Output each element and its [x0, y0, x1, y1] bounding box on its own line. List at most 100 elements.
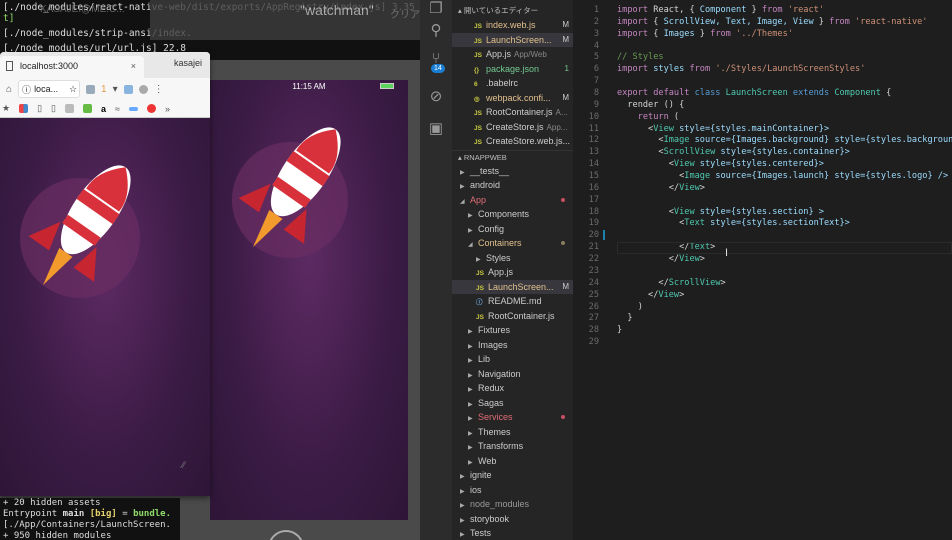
code-token: import — [617, 5, 649, 15]
tree-folder[interactable]: ▶ Transforms — [452, 439, 573, 454]
bookmark-icon[interactable] — [128, 106, 138, 111]
code-token: ) — [617, 301, 643, 312]
bookmark-doc-icon[interactable]: ▯ — [51, 103, 56, 114]
item-name: RootContainer.js — [488, 310, 555, 321]
item-name: Sagas — [478, 397, 504, 408]
tree-file[interactable]: ⓘ README.md — [452, 294, 573, 309]
line-number: 24 — [588, 277, 599, 288]
reddit-icon[interactable] — [146, 104, 156, 113]
tab-bar: localhost:3000 × kasajei — [0, 52, 210, 78]
tree-folder[interactable]: ▶ Config — [452, 222, 573, 237]
code-token: style={styles.container}> — [715, 147, 850, 158]
tree-file[interactable]: JS LaunchScreen... M — [452, 279, 573, 294]
tree-folder[interactable]: ▶ ignite — [452, 468, 573, 483]
amazon-icon[interactable]: a — [101, 104, 106, 114]
open-editors-header[interactable]: ▴ 開いているエディター — [452, 4, 573, 18]
code-token: React, { — [648, 5, 700, 15]
open-editor-item[interactable]: JS RootContainer.js A... — [452, 105, 573, 120]
debug-icon[interactable]: ⊘ — [427, 88, 445, 106]
tree-folder[interactable]: ▶ Components — [452, 207, 573, 222]
extension-count[interactable]: 1 — [101, 84, 107, 95]
address-bar[interactable]: ⓘ loca... ☆ — [18, 80, 81, 98]
explorer-icon[interactable]: ❐ — [427, 0, 445, 18]
chevron-right-icon: ▶ — [468, 372, 473, 379]
pocket-icon[interactable]: ▾ — [113, 84, 118, 95]
code-line: 8 export default class LaunchScreen exten… — [573, 87, 952, 99]
tree-folder[interactable]: ▶ Sagas — [452, 396, 573, 411]
tree-folder[interactable]: ▶ __tests__ — [452, 164, 573, 179]
tree-folder[interactable]: ▶ Tests — [452, 526, 573, 540]
tree-folder[interactable]: ▶ node_modules — [452, 497, 573, 512]
extension-icon[interactable] — [86, 84, 96, 94]
terminal-bottom[interactable]: + 20 hidden assets Entrypoint main [big]… — [0, 498, 180, 540]
line-number: 4 — [593, 40, 599, 51]
translate-icon[interactable] — [123, 84, 133, 94]
bookmark-icon[interactable] — [82, 104, 92, 113]
open-editor-item[interactable]: JS LaunchScreen... M — [452, 32, 573, 47]
profile-name[interactable]: kasajei — [174, 58, 202, 68]
line-number: 22 — [588, 254, 599, 265]
bookmark-icon[interactable] — [19, 104, 29, 113]
code-line: 6 import styles from './Styles/LaunchScre… — [573, 63, 952, 75]
tree-folder[interactable]: ▶ Redux — [452, 381, 573, 396]
file-name: App.js — [486, 49, 512, 59]
open-editor-item[interactable]: JS CreateStore.js App... — [452, 120, 573, 135]
code-line: 11 <View style={styles.mainContainer}> — [573, 123, 952, 135]
simulator-home-button[interactable] — [268, 530, 304, 540]
finder-clear-button[interactable]: クリア — [390, 6, 420, 21]
open-editor-item[interactable]: ◎ webpack.confi... M — [452, 91, 573, 106]
code-token: < — [617, 135, 664, 146]
bookmark-icon[interactable] — [64, 104, 74, 113]
open-editor-item[interactable]: JS index.web.js M — [452, 18, 573, 33]
line-number: 21 — [588, 242, 599, 253]
code-token: ScrollView, Text, Image, View — [663, 16, 814, 27]
browser-tab[interactable]: localhost:3000 × — [0, 56, 144, 78]
bookmark-icon[interactable]: ≈ — [115, 104, 120, 114]
tree-folder[interactable]: ▶ Fixtures — [452, 323, 573, 338]
open-editor-item[interactable]: JS App.js App/Web — [452, 47, 573, 62]
bookmark-star-icon[interactable]: ☆ — [69, 84, 79, 95]
close-tab-icon[interactable]: × — [131, 61, 136, 71]
tree-folder[interactable]: ▶ ios — [452, 483, 573, 498]
tree-folder[interactable]: ▶ Services — [452, 410, 573, 425]
tree-folder[interactable]: ◢ App — [452, 193, 573, 208]
tree-folder[interactable]: ▶ Styles — [452, 251, 573, 266]
code-editor[interactable]: 1 import React, { Component } from 'react… — [573, 0, 952, 540]
tree-folder[interactable]: ▶ Web — [452, 454, 573, 469]
item-name: ignite — [470, 470, 492, 480]
code-token: Text — [684, 218, 705, 229]
extension-icon[interactable] — [138, 84, 148, 94]
tree-folder[interactable]: ◢ Containers — [452, 236, 573, 251]
tree-folder[interactable]: ▶ Images — [452, 338, 573, 353]
open-editor-item[interactable]: JS CreateStore.web.js... — [452, 134, 573, 149]
web-app-view[interactable]: ⁄⁄ — [0, 118, 210, 496]
tree-folder[interactable]: ▶ android — [452, 178, 573, 193]
tree-folder[interactable]: ▶ Themes — [452, 425, 573, 440]
chevron-right-icon: ▶ — [468, 416, 473, 422]
tree-file[interactable]: JS RootContainer.js — [452, 309, 573, 324]
tree-folder[interactable]: ▶ Lib — [452, 352, 573, 367]
tree-file[interactable]: JS App.js — [452, 265, 573, 280]
tree-folder[interactable]: ▶ storybook — [452, 512, 573, 527]
line-number: 28 — [588, 325, 599, 336]
code-line: 5 // Styles — [573, 51, 952, 63]
home-icon[interactable]: ⌂ — [6, 84, 12, 95]
item-name: README.md — [488, 296, 542, 306]
file-path: App/Web — [514, 50, 547, 59]
open-editor-item[interactable]: {} package.json 1 — [452, 62, 573, 77]
text: Entrypoint — [3, 509, 63, 519]
file-icon: ◎ — [474, 95, 480, 103]
extensions-icon[interactable]: ▣ — [427, 120, 445, 138]
search-icon[interactable]: ⚲ — [427, 22, 445, 40]
code-token: } — [746, 5, 762, 15]
item-name: App — [470, 194, 487, 205]
open-editor-item[interactable]: 6 .babelrc — [452, 76, 573, 91]
project-header[interactable]: ▴ RNAPPWEB — [452, 149, 573, 164]
bookmarks-overflow[interactable]: » — [165, 104, 170, 114]
menu-icon[interactable]: ⋮ — [154, 84, 164, 95]
bookmark-doc-icon[interactable]: ▯ — [37, 103, 42, 114]
tree-folder[interactable]: ▶ Navigation — [452, 367, 573, 382]
ios-simulator-screen[interactable]: 11:15 AM — [210, 80, 408, 520]
resize-grip-icon[interactable]: ⁄⁄ — [182, 460, 185, 470]
star-icon[interactable]: ★ — [2, 103, 10, 114]
